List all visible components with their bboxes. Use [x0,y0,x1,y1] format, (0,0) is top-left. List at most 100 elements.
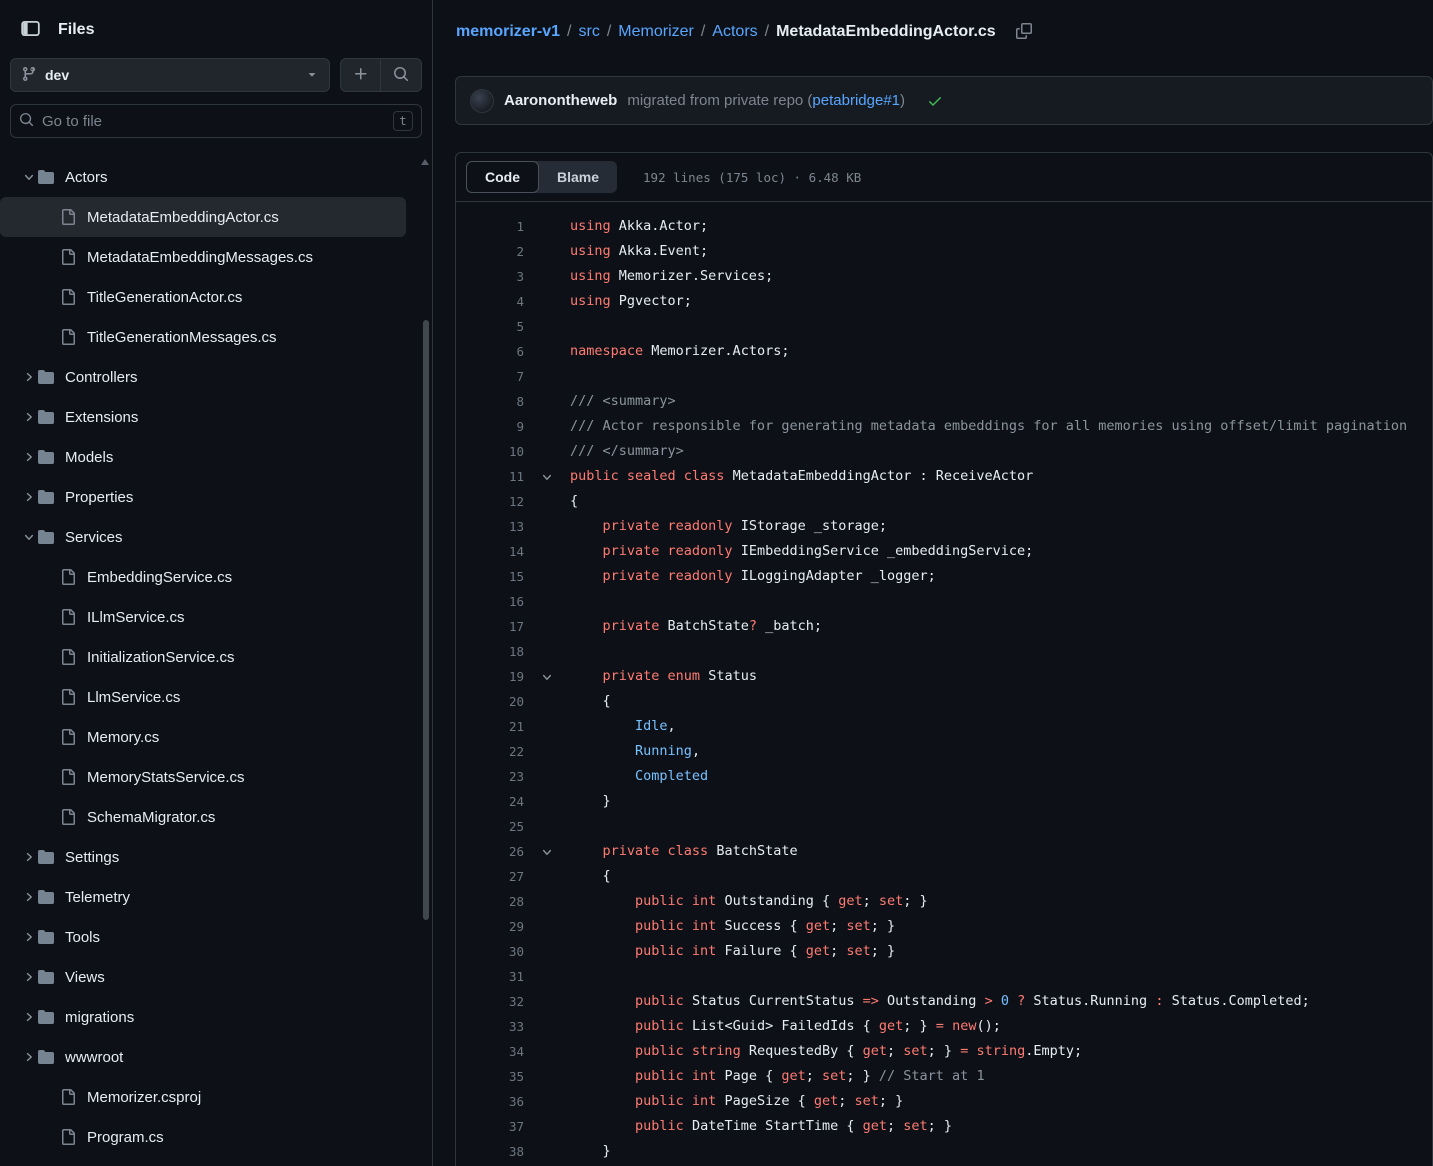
line-number[interactable]: 18 [456,639,524,664]
line-number[interactable]: 16 [456,589,524,614]
tab-blame[interactable]: Blame [539,161,617,193]
line-number[interactable]: 29 [456,914,524,939]
sidebar-scrollbar[interactable] [422,157,430,1166]
breadcrumb-link-Memorizer[interactable]: Memorizer [618,23,694,41]
code-line-4: 4using Pgvector; [456,289,1432,314]
chevron-down-icon [20,531,38,543]
tree-item-label: LlmService.cs [87,689,180,706]
line-number[interactable]: 26 [456,839,524,864]
chevron-right-icon [20,411,38,423]
line-number[interactable]: 35 [456,1064,524,1089]
tree-item-SchemaMigrator.cs[interactable]: SchemaMigrator.cs [0,797,406,837]
tree-item-wwwroot[interactable]: wwwroot [0,1037,406,1077]
line-number[interactable]: 30 [456,939,524,964]
tree-item-label: ILlmService.cs [87,609,185,626]
tree-item-ILlmService.cs[interactable]: ILlmService.cs [0,597,406,637]
scrollbar-thumb[interactable] [423,320,429,920]
line-number[interactable]: 28 [456,889,524,914]
line-number[interactable]: 27 [456,864,524,889]
branch-selector[interactable]: dev [10,58,330,92]
tree-item-Actors[interactable]: Actors [0,157,406,197]
tree-item-Properties[interactable]: Properties [0,477,406,517]
line-number[interactable]: 2 [456,239,524,264]
line-number[interactable]: 8 [456,389,524,414]
line-number[interactable]: 38 [456,1139,524,1164]
line-number[interactable]: 6 [456,339,524,364]
fold-toggle-icon[interactable] [524,839,570,864]
tree-item-EmbeddingService.cs[interactable]: EmbeddingService.cs [0,557,406,597]
go-to-file-search[interactable]: t [10,104,422,138]
code-line-34: 34 public string RequestedBy { get; set;… [456,1039,1432,1064]
tree-item-MetadataEmbeddingActor.cs[interactable]: MetadataEmbeddingActor.cs [0,197,406,237]
tree-item-TitleGenerationActor.cs[interactable]: TitleGenerationActor.cs [0,277,406,317]
line-number[interactable]: 23 [456,764,524,789]
line-number[interactable]: 7 [456,364,524,389]
tree-item-Services[interactable]: Services [0,517,406,557]
line-number[interactable]: 24 [456,789,524,814]
line-number[interactable]: 12 [456,489,524,514]
tree-item-label: InitializationService.cs [87,649,235,666]
tree-item-Memory.cs[interactable]: Memory.cs [0,717,406,757]
line-number[interactable]: 3 [456,264,524,289]
line-number[interactable]: 15 [456,564,524,589]
tree-item-MemoryStatsService.cs[interactable]: MemoryStatsService.cs [0,757,406,797]
tree-item-Views[interactable]: Views [0,957,406,997]
line-number[interactable]: 1 [456,214,524,239]
code-text: /// </summary> [570,439,684,464]
line-number[interactable]: 22 [456,739,524,764]
tree-item-Memorizer.csproj[interactable]: Memorizer.csproj [0,1077,406,1117]
line-number[interactable]: 21 [456,714,524,739]
tree-item-InitializationService.cs[interactable]: InitializationService.cs [0,637,406,677]
line-number[interactable]: 14 [456,539,524,564]
tree-item-migrations[interactable]: migrations [0,997,406,1037]
tree-item-Program.cs[interactable]: Program.cs [0,1117,406,1157]
scrollbar-up-arrow[interactable] [421,159,429,165]
collapse-sidebar-button[interactable] [16,16,44,44]
tree-item-label: Extensions [65,409,138,426]
line-number[interactable]: 10 [456,439,524,464]
line-number[interactable]: 11 [456,464,524,489]
avatar[interactable] [470,89,494,113]
fold-spacer [524,739,570,764]
commit-author[interactable]: Aaronontheweb [504,92,617,109]
tree-item-label: Properties [65,489,133,506]
line-number[interactable]: 20 [456,689,524,714]
tree-item-LlmService.cs[interactable]: LlmService.cs [0,677,406,717]
fold-toggle-icon[interactable] [524,664,570,689]
add-file-button[interactable] [341,59,381,91]
go-to-file-input[interactable] [42,113,385,130]
tree-item-TitleGenerationMessages.cs[interactable]: TitleGenerationMessages.cs [0,317,406,357]
line-number[interactable]: 32 [456,989,524,1014]
line-number[interactable]: 5 [456,314,524,339]
tree-item-Settings[interactable]: Settings [0,837,406,877]
tree-item-Controllers[interactable]: Controllers [0,357,406,397]
line-number[interactable]: 31 [456,964,524,989]
tree-item-Tools[interactable]: Tools [0,917,406,957]
line-number[interactable]: 33 [456,1014,524,1039]
tree-item-Models[interactable]: Models [0,437,406,477]
tree-item-MetadataEmbeddingMessages.cs[interactable]: MetadataEmbeddingMessages.cs [0,237,406,277]
code-line-7: 7 [456,364,1432,389]
line-number[interactable]: 17 [456,614,524,639]
tree-item-Telemetry[interactable]: Telemetry [0,877,406,917]
fold-toggle-icon[interactable] [524,464,570,489]
breadcrumb-link-src[interactable]: src [579,23,600,41]
copy-path-button[interactable] [1010,18,1038,46]
breadcrumb-link-memorizer-v1[interactable]: memorizer-v1 [456,23,560,41]
line-number[interactable]: 37 [456,1114,524,1139]
line-number[interactable]: 19 [456,664,524,689]
breadcrumb-link-Actors[interactable]: Actors [712,23,757,41]
tab-code[interactable]: Code [466,161,539,193]
check-icon[interactable] [927,93,943,109]
line-number[interactable]: 9 [456,414,524,439]
line-number[interactable]: 25 [456,814,524,839]
code-line-35: 35 public int Page { get; set; } // Star… [456,1064,1432,1089]
commit-pr-link[interactable]: petabridge#1 [812,92,900,109]
search-tree-button[interactable] [381,59,421,91]
line-number[interactable]: 34 [456,1039,524,1064]
line-number[interactable]: 4 [456,289,524,314]
tree-item-Extensions[interactable]: Extensions [0,397,406,437]
fold-spacer [524,939,570,964]
line-number[interactable]: 13 [456,514,524,539]
line-number[interactable]: 36 [456,1089,524,1114]
